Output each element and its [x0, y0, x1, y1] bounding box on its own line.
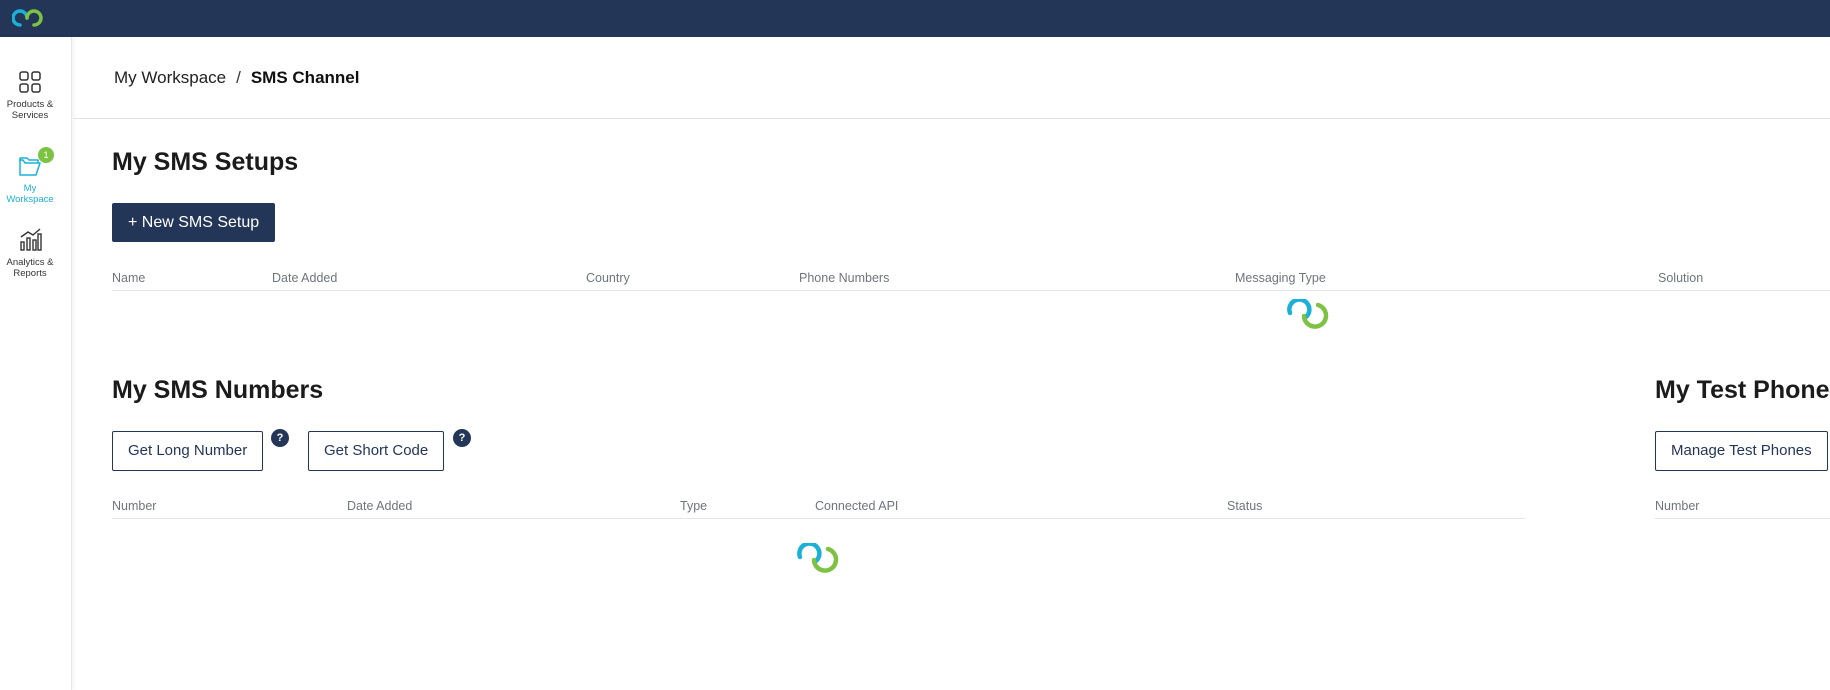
sidebar-item-label: My Workspace: [6, 183, 54, 205]
column-header-number[interactable]: Number: [1655, 499, 1699, 513]
column-header-date-added[interactable]: Date Added: [272, 271, 337, 285]
breadcrumb-separator: /: [236, 68, 241, 87]
manage-test-phones-button[interactable]: Manage Test Phones: [1655, 431, 1828, 471]
breadcrumb: My Workspace / SMS Channel: [114, 68, 359, 88]
brand-logo-icon[interactable]: [12, 4, 46, 32]
grid-icon: [19, 71, 41, 93]
loading-spinner-icon: [797, 543, 839, 573]
column-header-messaging-type[interactable]: Messaging Type: [1235, 271, 1326, 285]
setups-table-header: Name Date Added Country Phone Numbers Me…: [112, 271, 1830, 291]
loading-spinner-icon: [1287, 299, 1329, 329]
column-header-date-added[interactable]: Date Added: [347, 499, 412, 513]
test-phones-table-header: Number: [1655, 499, 1830, 519]
get-short-code-button[interactable]: Get Short Code: [308, 431, 445, 471]
column-header-solution[interactable]: Solution: [1658, 271, 1703, 285]
get-long-number-button[interactable]: Get Long Number: [112, 431, 264, 471]
column-header-status[interactable]: Status: [1227, 499, 1262, 513]
sidebar-item-analytics-reports[interactable]: Analytics & Reports: [0, 227, 60, 279]
sidebar-item-my-workspace[interactable]: 1 My Workspace: [0, 147, 60, 205]
breadcrumb-current: SMS Channel: [250, 68, 360, 87]
top-bar: [0, 0, 1830, 37]
column-header-number[interactable]: Number: [112, 499, 156, 513]
new-sms-setup-button[interactable]: + New SMS Setup: [112, 203, 276, 242]
short-code-help-icon[interactable]: ?: [453, 429, 471, 447]
sidebar-item-products-services[interactable]: Products & Services: [0, 69, 60, 121]
sms-setups-title: My SMS Setups: [112, 148, 299, 176]
column-header-phone-numbers[interactable]: Phone Numbers: [799, 271, 889, 285]
column-header-type[interactable]: Type: [680, 499, 707, 513]
long-number-help-icon[interactable]: ?: [271, 429, 289, 447]
sidebar-item-label: Analytics & Reports: [6, 257, 54, 279]
notification-badge: 1: [38, 147, 54, 163]
breadcrumb-my-workspace[interactable]: My Workspace: [114, 68, 226, 87]
sidebar: Products & Services 1 My Workspace Analy…: [0, 37, 72, 690]
numbers-table-header: Number Date Added Type Connected API Sta…: [112, 499, 1525, 519]
column-header-connected-api[interactable]: Connected API: [815, 499, 898, 513]
bar-chart-icon: [20, 228, 42, 251]
sms-numbers-title: My SMS Numbers: [112, 376, 324, 404]
sidebar-item-label: Products & Services: [6, 99, 54, 121]
breadcrumb-bar: My Workspace / SMS Channel: [73, 37, 1830, 119]
test-phones-title: My Test Phones: [1655, 376, 1830, 404]
column-header-country[interactable]: Country: [586, 271, 630, 285]
column-header-name[interactable]: Name: [112, 271, 145, 285]
